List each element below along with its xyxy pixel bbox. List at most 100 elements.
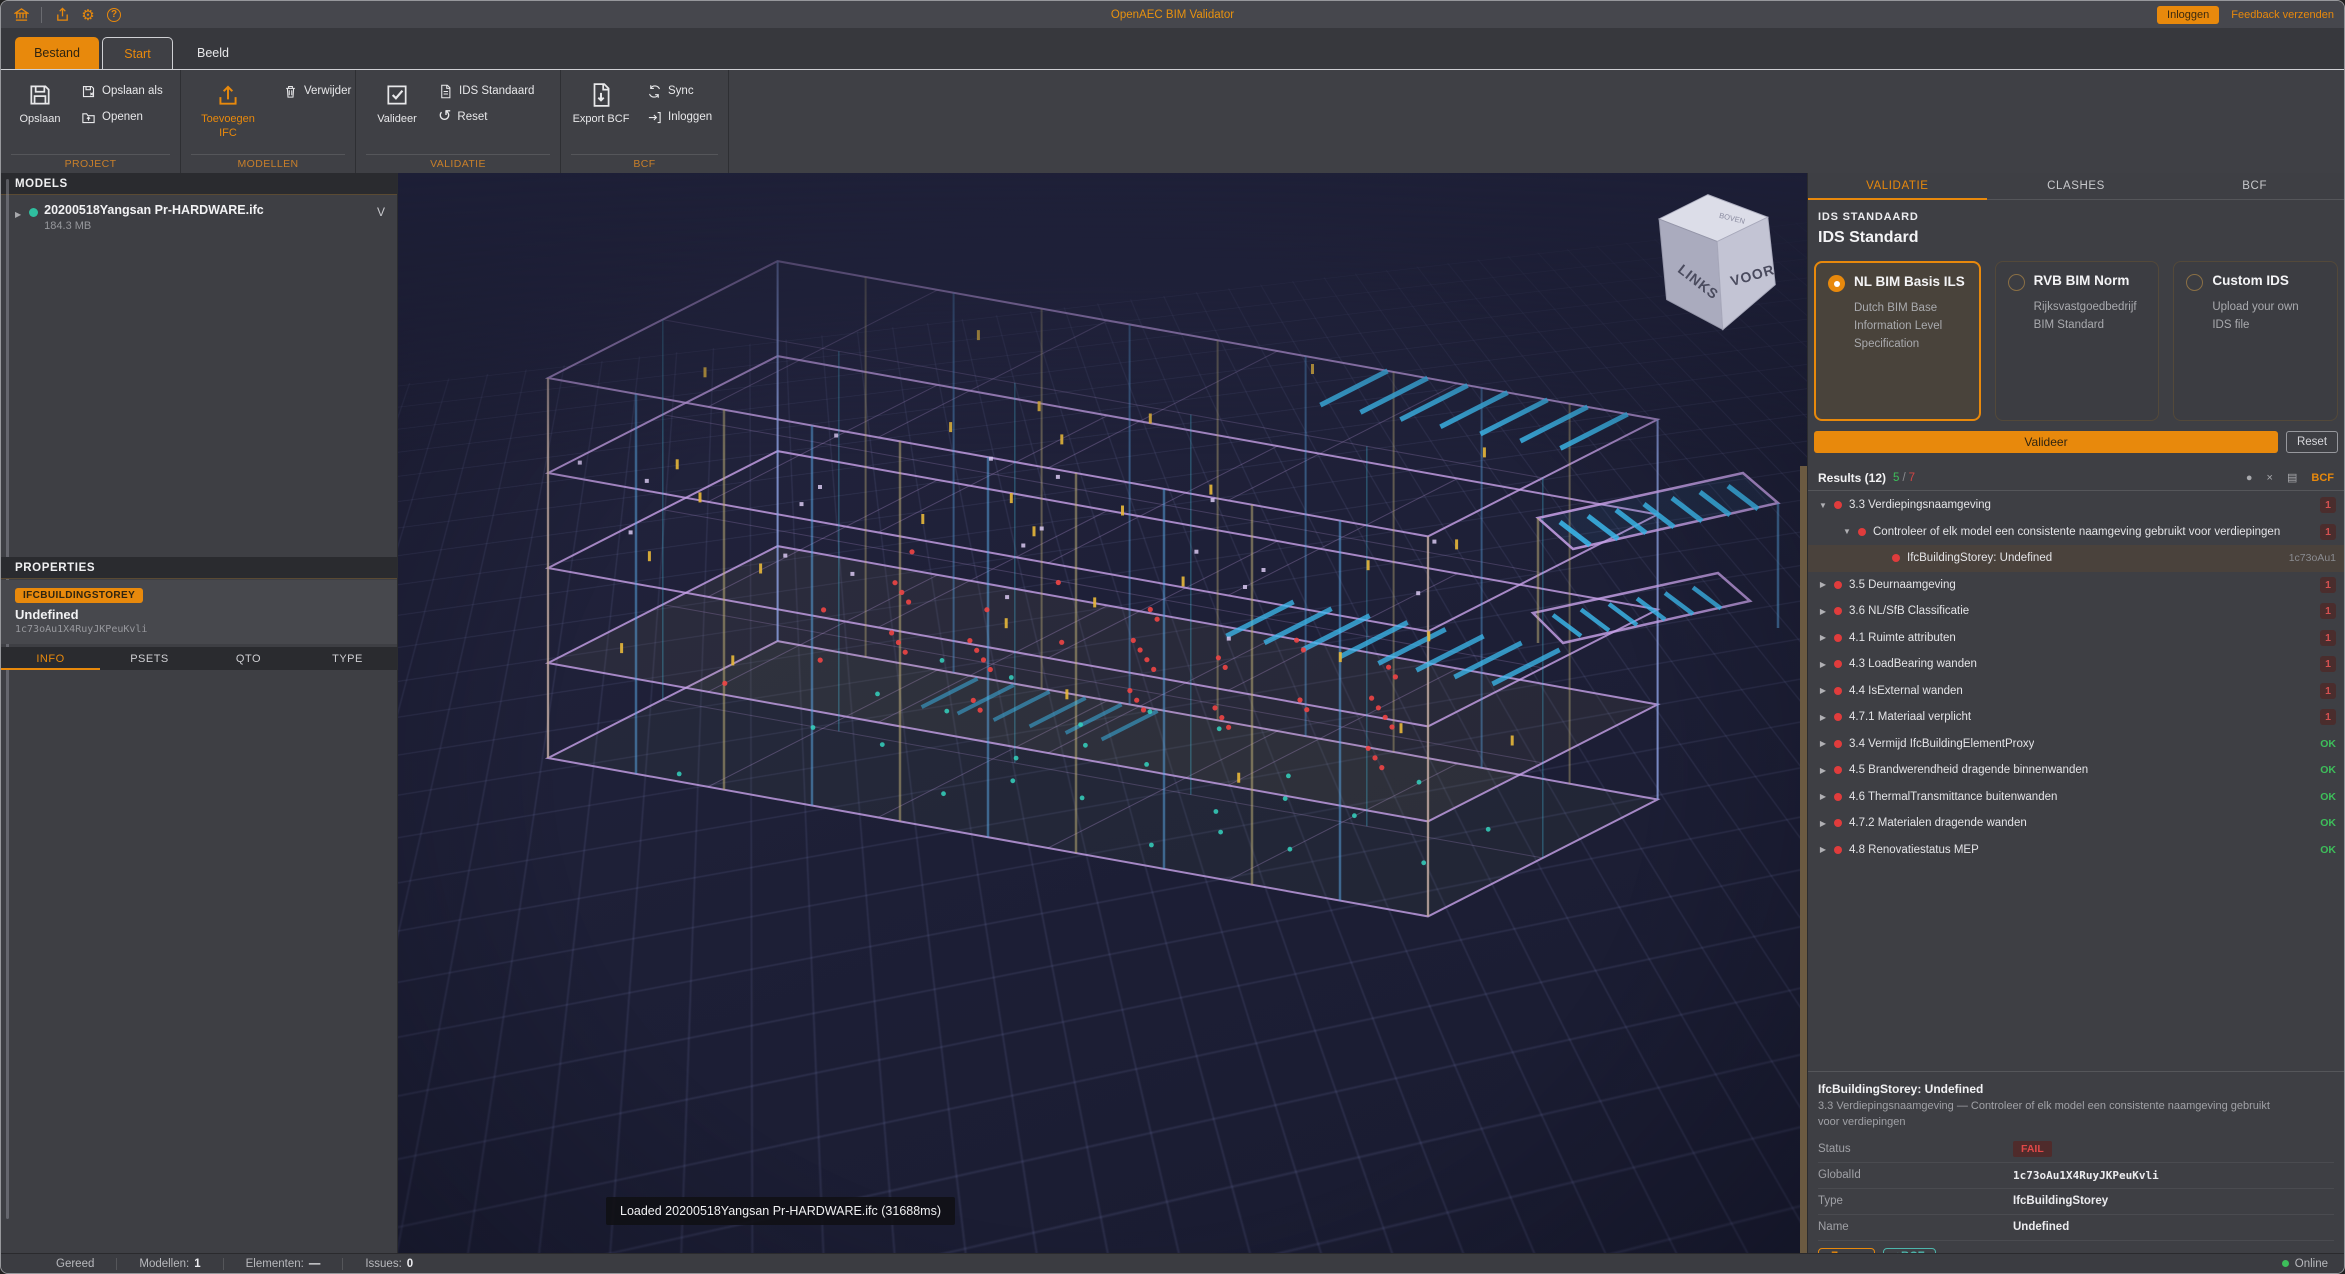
tab-psets[interactable]: PSETS — [100, 647, 199, 670]
result-row[interactable]: ▶ 3.6 NL/SfB Classificatie 1 — [1808, 598, 2344, 625]
collapse-icon[interactable]: ▼ — [1842, 527, 1852, 536]
expand-icon[interactable]: ▶ — [1818, 580, 1828, 589]
result-row[interactable]: ▶4.7.1 Materiaal verplicht1 — [1808, 704, 2344, 731]
tab-bcf[interactable]: BCF — [2165, 173, 2344, 199]
issue-count-badge: 1 — [2320, 603, 2336, 619]
inloggen-ribbon-button[interactable]: Inloggen — [643, 106, 716, 128]
expand-icon[interactable]: ▶ — [1818, 633, 1828, 642]
result-row[interactable]: ▶4.3 LoadBearing wanden1 — [1808, 651, 2344, 678]
titlebar-login-button[interactable]: Inloggen — [2157, 6, 2219, 24]
openen-button[interactable]: Openen — [77, 106, 147, 128]
model-visibility-toggle[interactable]: V — [377, 205, 385, 219]
valideer-ribbon-button[interactable]: Valideer — [364, 76, 430, 150]
expand-icon[interactable]: ▶ — [1818, 686, 1828, 695]
result-detail-panel: IfcBuildingStorey: Undefined 3.3 Verdiep… — [1808, 1071, 2344, 1253]
detail-title: IfcBuildingStorey: Undefined — [1818, 1082, 2334, 1096]
report-icon[interactable]: ▤ — [2287, 471, 2297, 484]
model-file-name: 20200518Yangsan Pr-HARDWARE.ifc — [44, 203, 264, 217]
ribbon-tabstrip: Bestand Start Beeld — [1, 28, 2344, 69]
sync-icon — [647, 84, 662, 99]
result-row[interactable]: ▶4.8 Renovatiestatus MEPOK — [1808, 837, 2344, 864]
valideer-button[interactable]: Valideer — [1814, 431, 2278, 453]
building-icon[interactable] — [13, 7, 29, 23]
ids-standaard-button[interactable]: IDS Standaard — [434, 80, 538, 102]
tab-qto[interactable]: QTO — [199, 647, 298, 670]
radio-icon[interactable] — [2186, 274, 2203, 291]
results-bcf-button[interactable]: BCF — [2311, 472, 2334, 484]
ok-status: OK — [2320, 817, 2336, 829]
expand-icon[interactable]: ▶ — [1818, 766, 1828, 775]
model-status-dot — [29, 208, 38, 217]
expand-icon[interactable]: ▶ — [1818, 739, 1828, 748]
result-row[interactable]: ▶4.1 Ruimte attributen1 — [1808, 625, 2344, 652]
expand-icon[interactable]: ▶ — [1818, 713, 1828, 722]
results-scrollbar[interactable] — [1800, 466, 1807, 1255]
result-row[interactable]: ▼Controleer of elk model een consistente… — [1808, 519, 2344, 546]
result-row[interactable]: ▶4.7.2 Materialen dragende wandenOK — [1808, 810, 2344, 837]
expand-icon[interactable]: ▶ — [1818, 845, 1828, 854]
opslaan-button[interactable]: Opslaan — [7, 76, 73, 150]
expand-icon[interactable]: ▶ — [1818, 660, 1828, 669]
result-row[interactable]: ▼3.3 Verdiepingsnaamgeving1 — [1808, 492, 2344, 519]
result-row[interactable]: IfcBuildingStorey: Undefined1c73oAu1 — [1808, 545, 2344, 572]
left-splitter[interactable] — [397, 173, 398, 1253]
ribbon-group-modellen: Toevoegen IFC Verwijder MODELLEN — [181, 70, 356, 173]
result-row[interactable]: ▶3.5 Deurnaamgeving1 — [1808, 572, 2344, 599]
field-value: 1c73oAu1X4RuyJKPeuKvli — [2013, 1169, 2159, 1182]
option-nl-bim-basis-ils[interactable]: NL BIM Basis ILS Dutch BIM Base Informat… — [1814, 261, 1981, 421]
result-row[interactable]: ▶4.6 ThermalTransmittance buitenwandenOK — [1808, 784, 2344, 811]
radio-selected-icon[interactable] — [1828, 275, 1845, 292]
titlebar-divider — [41, 7, 42, 23]
close-icon[interactable]: × — [2267, 472, 2273, 484]
models-header: MODELS — [1, 173, 397, 195]
tab-clashes[interactable]: CLASHES — [1987, 173, 2166, 199]
result-label: 4.3 LoadBearing wanden — [1849, 658, 1977, 670]
help-icon[interactable]: ? — [106, 7, 122, 23]
tab-type[interactable]: TYPE — [298, 647, 397, 670]
tab-start[interactable]: Start — [102, 37, 173, 69]
online-status-icon — [2282, 1260, 2289, 1267]
option-custom-ids[interactable]: Custom IDS Upload your own IDS file — [2173, 261, 2338, 421]
reset-ribbon-button[interactable]: ↺ Reset — [434, 106, 491, 128]
status-bar: Gereed Modellen:1 Elementen:— Issues:0 O… — [1, 1253, 2344, 1273]
expand-icon[interactable]: ▶ — [1818, 607, 1828, 616]
expand-icon[interactable]: ▶ — [15, 210, 21, 219]
detail-field-row: NameUndefined — [1818, 1215, 2334, 1241]
settings-gear-icon[interactable]: ⚙ — [80, 7, 96, 23]
radio-icon[interactable] — [2008, 274, 2025, 291]
record-circle-icon[interactable]: ● — [2246, 472, 2253, 484]
expand-icon[interactable]: ▶ — [1818, 819, 1828, 828]
expand-icon[interactable]: ▶ — [1818, 792, 1828, 801]
feedback-link[interactable]: Feedback verzenden — [2231, 9, 2334, 21]
tab-beeld[interactable]: Beeld — [187, 37, 239, 69]
result-row[interactable]: ▶3.4 Vermijd IfcBuildingElementProxyOK — [1808, 731, 2344, 758]
viewport-3d[interactable]: LINKS VOOR BOVEN Loaded 20200518Yangsan … — [398, 173, 1807, 1255]
collapse-icon[interactable]: ▼ — [1818, 501, 1828, 510]
ribbon-group-project: Opslaan Opslaan als Openen PROJECT — [1, 70, 181, 173]
result-row[interactable]: ▶4.5 Brandwerendheid dragende binnenwand… — [1808, 757, 2344, 784]
tab-info[interactable]: INFO — [1, 647, 100, 670]
rule-dot-icon — [1834, 846, 1842, 854]
tab-bestand[interactable]: Bestand — [15, 37, 99, 69]
navigation-cube[interactable]: LINKS VOOR BOVEN — [1645, 189, 1795, 339]
opslaan-als-button[interactable]: Opslaan als — [77, 80, 167, 102]
save-as-icon — [81, 84, 96, 99]
tab-validatie[interactable]: VALIDATIE — [1808, 173, 1987, 199]
toevoegen-ifc-button[interactable]: Toevoegen IFC — [191, 76, 265, 150]
verwijder-button[interactable]: Verwijder — [279, 80, 355, 102]
model-file-size: 184.3 MB — [44, 220, 264, 232]
elements-count-value: — — [309, 1258, 321, 1270]
result-label: 3.6 NL/SfB Classificatie — [1849, 605, 1969, 617]
elements-count-label: Elementen: — [246, 1258, 304, 1270]
result-row[interactable]: ▶4.4 IsExternal wanden1 — [1808, 678, 2344, 705]
export-bcf-button[interactable]: Export BCF — [565, 76, 637, 150]
share-icon[interactable] — [54, 7, 70, 23]
model-list-item[interactable]: ▶ 20200518Yangsan Pr-HARDWARE.ifc 184.3 … — [1, 203, 397, 239]
option-rvb-bim-norm[interactable]: RVB BIM Norm Rijksvastgoedbedrijf BIM St… — [1995, 261, 2160, 421]
reset-button[interactable]: Reset — [2286, 431, 2338, 453]
left-panel-scrollbar[interactable] — [6, 179, 9, 1219]
element-name: Undefined — [15, 607, 383, 622]
sync-button[interactable]: Sync — [643, 80, 698, 102]
title-bar: ⚙ ? OpenAEC BIM Validator Inloggen Feedb… — [1, 1, 2344, 28]
reset-icon: ↺ — [438, 110, 451, 124]
